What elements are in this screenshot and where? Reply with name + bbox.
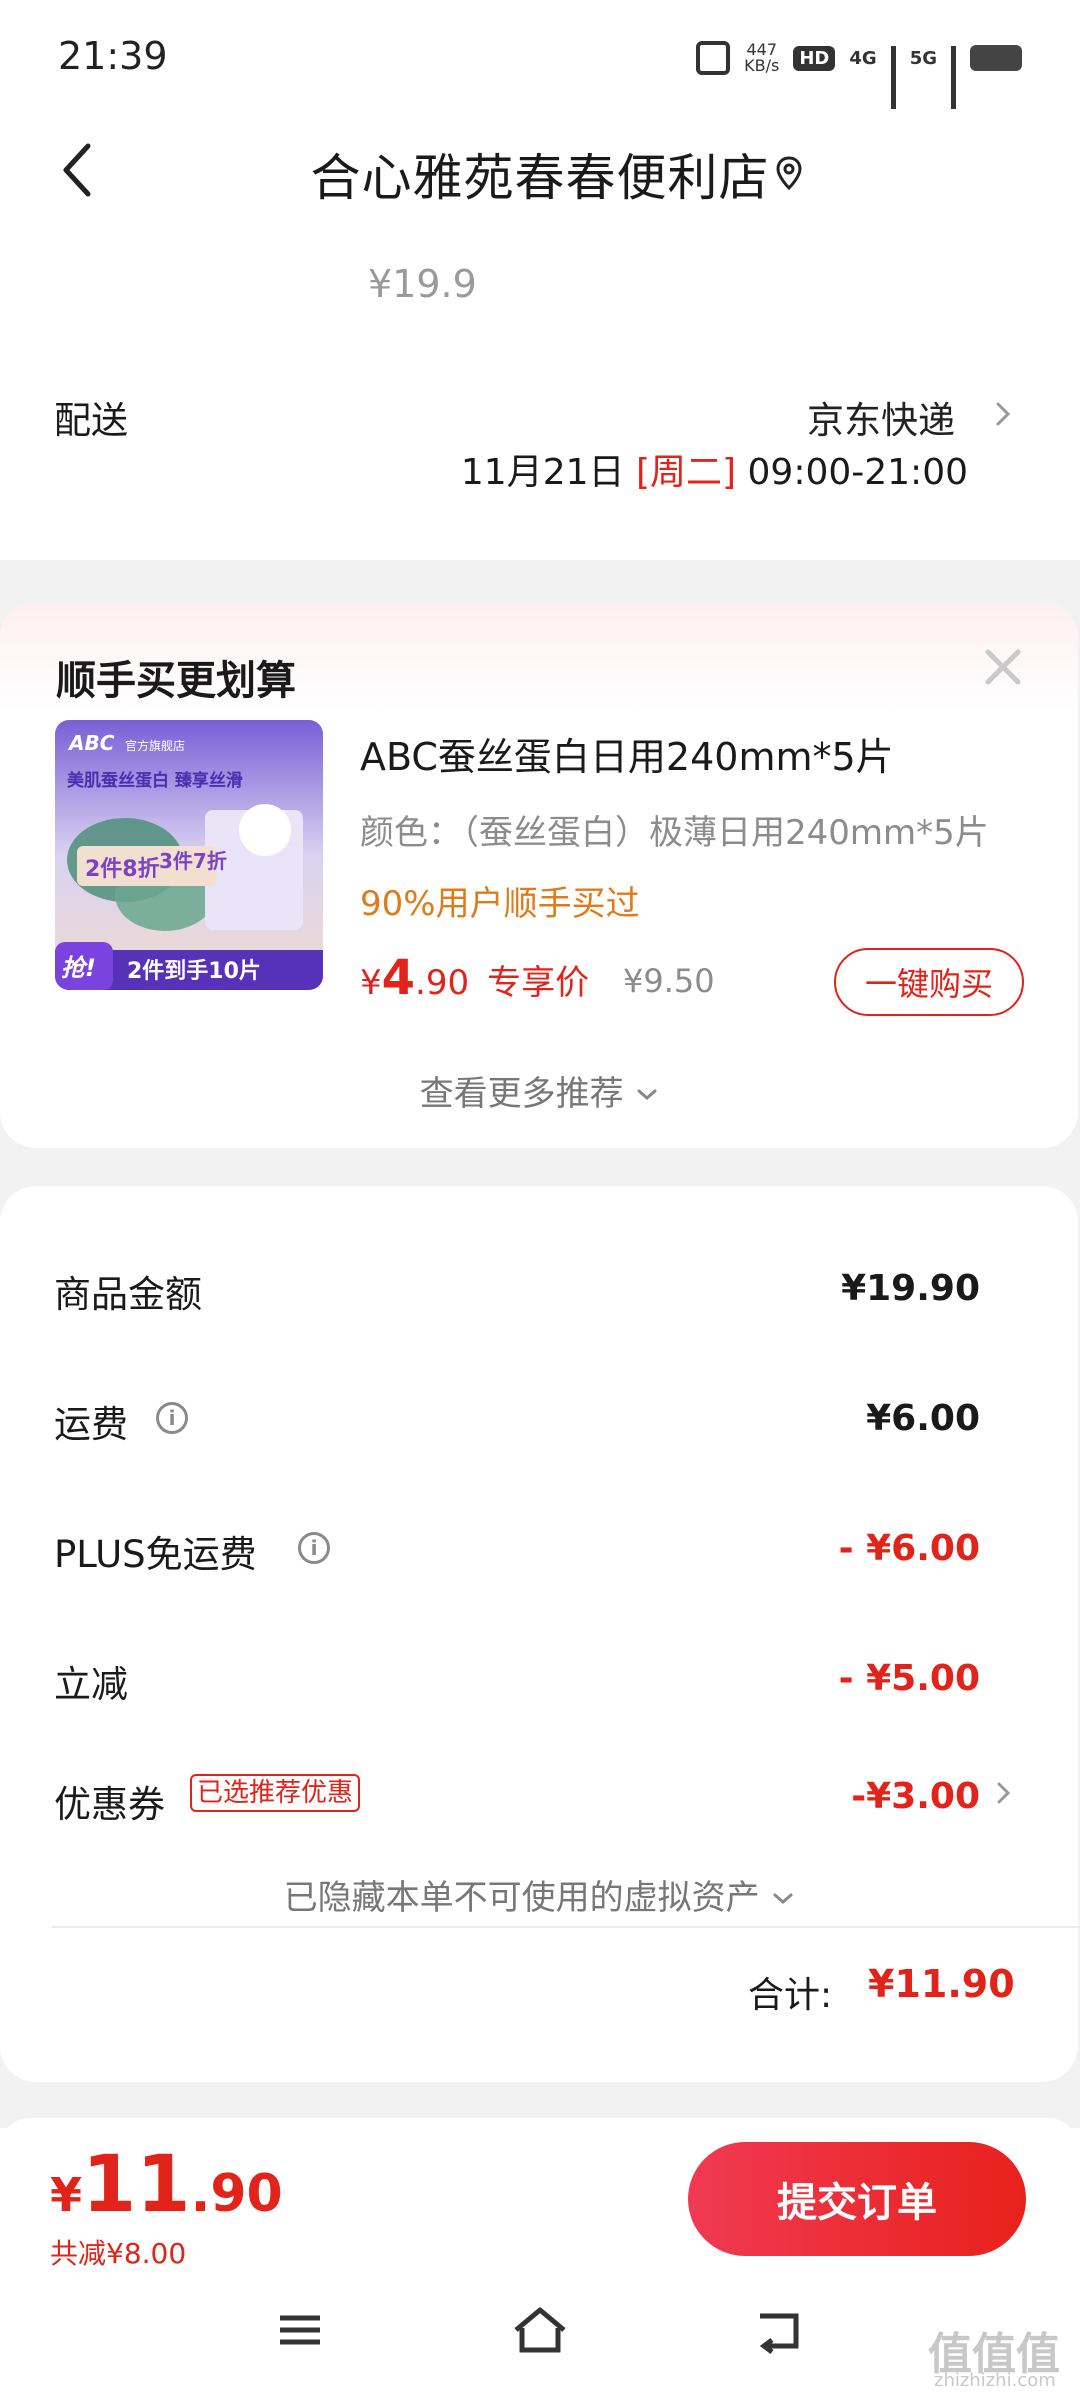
product-price: ¥19.9 (368, 262, 477, 306)
vibrate-icon (696, 41, 731, 75)
delivery-label: 配送 (54, 399, 128, 442)
total-saved: 共减¥8.00 (50, 2237, 187, 2270)
product-image[interactable]: ABC 官方旗舰店 美肌蚕丝蛋白 臻享丝滑 2件8折 3件7折 抢! 2件到手1… (55, 720, 323, 990)
total-value: ¥11.90 (868, 1962, 1015, 2006)
goods-amount-label: 商品金额 (54, 1273, 202, 1316)
thumb-brand: ABC (67, 731, 115, 755)
coupon-value[interactable]: -¥3.00 (851, 1776, 980, 1817)
social-proof: 90%用户顺手买过 (360, 884, 640, 924)
thumb-banner: 2件到手10片 (127, 959, 261, 984)
info-icon[interactable]: i (298, 1532, 330, 1564)
close-button[interactable] (980, 644, 1026, 690)
product-name[interactable]: ABC蚕丝蛋白日用240mm*5片 (360, 726, 894, 781)
hd-icon: HD (793, 45, 836, 71)
hidden-assets-toggle[interactable]: 已隐藏本单不可使用的虚拟资产 (0, 1870, 1080, 1919)
battery-icon (970, 45, 1022, 71)
delivery-time[interactable]: 11月21日 [周二] 09:00-21:00 (461, 443, 968, 495)
sim1-label: 4G (849, 47, 877, 69)
price-dec: .90 (415, 963, 470, 1003)
home-icon[interactable] (510, 2300, 570, 2360)
one-click-buy-button[interactable]: 一键购买 (834, 948, 1024, 1016)
hidden-assets-label: 已隐藏本单不可使用的虚拟资产 (283, 1878, 760, 1918)
goods-amount-value: ¥19.90 (841, 1268, 980, 1309)
status-time: 21:39 (58, 34, 168, 78)
product-spec: 颜色：（蚕丝蛋白）极薄日用240mm*5片 (360, 813, 989, 853)
thumb-promo1: 2件8折 (85, 857, 160, 882)
status-icons: 447 KB/s HD 4G 5G (696, 38, 1022, 109)
page-title: 合心雅苑春春便利店 (310, 149, 770, 207)
price-int: 4 (381, 950, 416, 1006)
thumb-headline: 美肌蚕丝蛋白 臻享丝滑 (67, 770, 243, 791)
instant-discount-value: - ¥5.00 (838, 1658, 980, 1699)
location-icon[interactable] (774, 155, 804, 191)
original-price: ¥9.50 (623, 962, 715, 1000)
signal-icon (890, 46, 896, 109)
delivery-method[interactable]: 京东快递 (807, 390, 955, 444)
price-summary-card (0, 1186, 1078, 2082)
info-icon[interactable]: i (156, 1402, 188, 1434)
delivery-weekday: [周二] (635, 452, 737, 493)
chevron-down-icon (637, 1089, 657, 1100)
more-recommendations-link[interactable]: 查看更多推荐 (0, 1066, 1080, 1115)
product-exclusive-price: ¥4.90 专享价 (360, 950, 589, 1006)
thumb-grab: 抢! (61, 954, 96, 982)
watermark-url: zhizhizhi.com (934, 2370, 1056, 2391)
close-icon (985, 649, 1021, 685)
back-nav-icon[interactable] (750, 2300, 810, 2360)
total-label: 合计: (748, 1975, 833, 2016)
submit-order-button[interactable]: 提交订单 (688, 2142, 1026, 2256)
instant-discount-label: 立减 (54, 1663, 128, 1706)
network-speed: 447 KB/s (744, 42, 779, 74)
delivery-time-range: 09:00-21:00 (747, 452, 968, 493)
final-price: ¥11.90 (50, 2140, 283, 2230)
shipping-fee-value: ¥6.00 (866, 1398, 980, 1439)
status-bar: 21:39 447 KB/s HD 4G 5G (0, 0, 1080, 120)
coupon-label: 优惠券 (54, 1783, 165, 1826)
divider (52, 1926, 1080, 1928)
menu-icon[interactable] (270, 2300, 330, 2360)
final-price-dec: .90 (190, 2164, 283, 2224)
final-price-int: 11 (82, 2140, 191, 2230)
chevron-right-icon[interactable] (988, 394, 1018, 434)
network-speed-unit: KB/s (744, 56, 780, 75)
more-recommendations-label: 查看更多推荐 (419, 1074, 624, 1114)
chevron-down-icon (773, 1893, 793, 1904)
plus-free-shipping-label: PLUS免运费 (54, 1533, 257, 1576)
delivery-date: 11月21日 (460, 452, 625, 493)
shipping-fee-label: 运费 (54, 1403, 128, 1446)
price-label: 专享价 (487, 963, 590, 1003)
signal-icon-2 (951, 46, 956, 109)
chevron-right-icon[interactable] (992, 1776, 1016, 1810)
coupon-tag: 已选推荐优惠 (190, 1774, 361, 1812)
thumb-promo2: 3件7折 (159, 849, 227, 873)
price-currency: ¥ (360, 963, 382, 1003)
sim2-label: 5G (909, 47, 937, 69)
thumb-badge: 官方旗舰店 (125, 738, 185, 753)
plus-free-shipping-value: - ¥6.00 (838, 1528, 980, 1569)
final-price-currency: ¥ (50, 2168, 83, 2222)
recommendation-title: 顺手买更划算 (56, 658, 296, 704)
